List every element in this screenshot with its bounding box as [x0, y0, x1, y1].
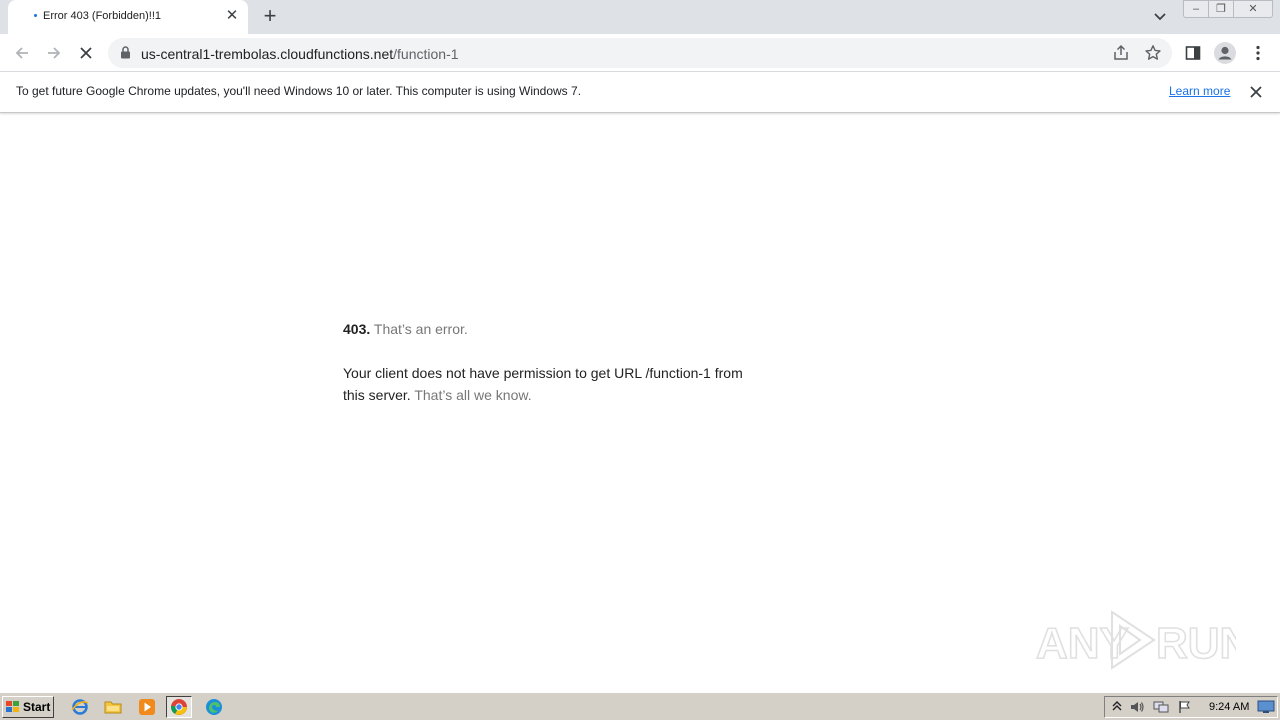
window-restore-button[interactable]: ❐ — [1208, 0, 1234, 18]
window-close-button[interactable]: ✕ — [1233, 0, 1273, 18]
error-message: Your client does not have permission to … — [343, 362, 763, 406]
windows-taskbar: Start 9:24 AM — [0, 692, 1280, 720]
url-text: us-central1-trembolas.cloudfunctions.net… — [141, 46, 459, 62]
update-infobar: To get future Google Chrome updates, you… — [0, 72, 1280, 113]
start-label: Start — [23, 700, 51, 714]
side-panel-icon[interactable] — [1181, 41, 1205, 65]
error-message-main: Your client does not have permission to … — [343, 365, 743, 403]
stop-loading-icon[interactable] — [74, 41, 98, 65]
infobar-close-icon[interactable] — [1247, 83, 1265, 101]
infobar-message: To get future Google Chrome updates, you… — [16, 84, 582, 98]
error-title: That’s an error. — [373, 321, 468, 337]
edge-icon[interactable] — [201, 696, 227, 718]
profile-avatar-icon[interactable] — [1213, 41, 1237, 65]
tab-close-button[interactable]: ✕ — [223, 7, 241, 25]
internet-explorer-icon[interactable] — [67, 696, 93, 718]
url-path: /function-1 — [393, 46, 459, 62]
share-icon[interactable] — [1112, 44, 1132, 62]
url-host: us-central1-trembolas.cloudfunctions.net — [141, 46, 394, 62]
lock-icon[interactable] — [120, 46, 131, 64]
media-player-icon[interactable] — [134, 696, 160, 718]
new-tab-button[interactable]: + — [258, 5, 282, 29]
start-button[interactable]: Start — [2, 696, 54, 718]
show-hidden-icons-icon[interactable] — [1109, 700, 1125, 716]
loading-favicon-icon — [34, 14, 37, 17]
browser-tab[interactable]: Error 403 (Forbidden)!!1 ✕ — [8, 0, 248, 34]
chrome-icon[interactable] — [166, 696, 192, 718]
tab-search-chevron-down-icon[interactable] — [1150, 8, 1170, 26]
error-code: 403. — [343, 321, 371, 337]
volume-icon[interactable] — [1129, 700, 1145, 716]
anyrun-watermark: ANY RUN — [1035, 606, 1252, 672]
system-tray: 9:24 AM — [1104, 696, 1278, 718]
browser-toolbar: us-central1-trembolas.cloudfunctions.net… — [0, 34, 1280, 72]
forward-arrow-icon[interactable] — [42, 41, 66, 65]
window-minimize-button[interactable]: – — [1183, 0, 1209, 18]
tab-strip: Error 403 (Forbidden)!!1 ✕ + – ❐ ✕ — [0, 0, 1280, 34]
kebab-menu-icon[interactable] — [1246, 41, 1270, 65]
watermark-text-left: ANY — [1036, 619, 1129, 668]
error-heading: 403. That’s an error. — [343, 318, 763, 340]
network-icon[interactable] — [1153, 700, 1169, 716]
show-desktop-icon[interactable] — [1254, 696, 1278, 718]
back-arrow-icon[interactable] — [10, 41, 34, 65]
address-bar[interactable]: us-central1-trembolas.cloudfunctions.net… — [108, 38, 1172, 68]
action-center-flag-icon[interactable] — [1177, 700, 1193, 716]
learn-more-link[interactable]: Learn more — [1169, 84, 1230, 98]
clock[interactable]: 9:24 AM — [1209, 701, 1249, 713]
watermark-text-right: RUN — [1156, 619, 1236, 668]
error-page: 403. That’s an error. Your client does n… — [343, 318, 763, 406]
folder-icon[interactable] — [100, 696, 126, 718]
bookmark-star-icon[interactable] — [1144, 44, 1164, 62]
tab-title: Error 403 (Forbidden)!!1 — [43, 10, 161, 22]
error-message-muted: That’s all we know. — [414, 387, 532, 403]
windows-logo-icon — [6, 701, 19, 712]
